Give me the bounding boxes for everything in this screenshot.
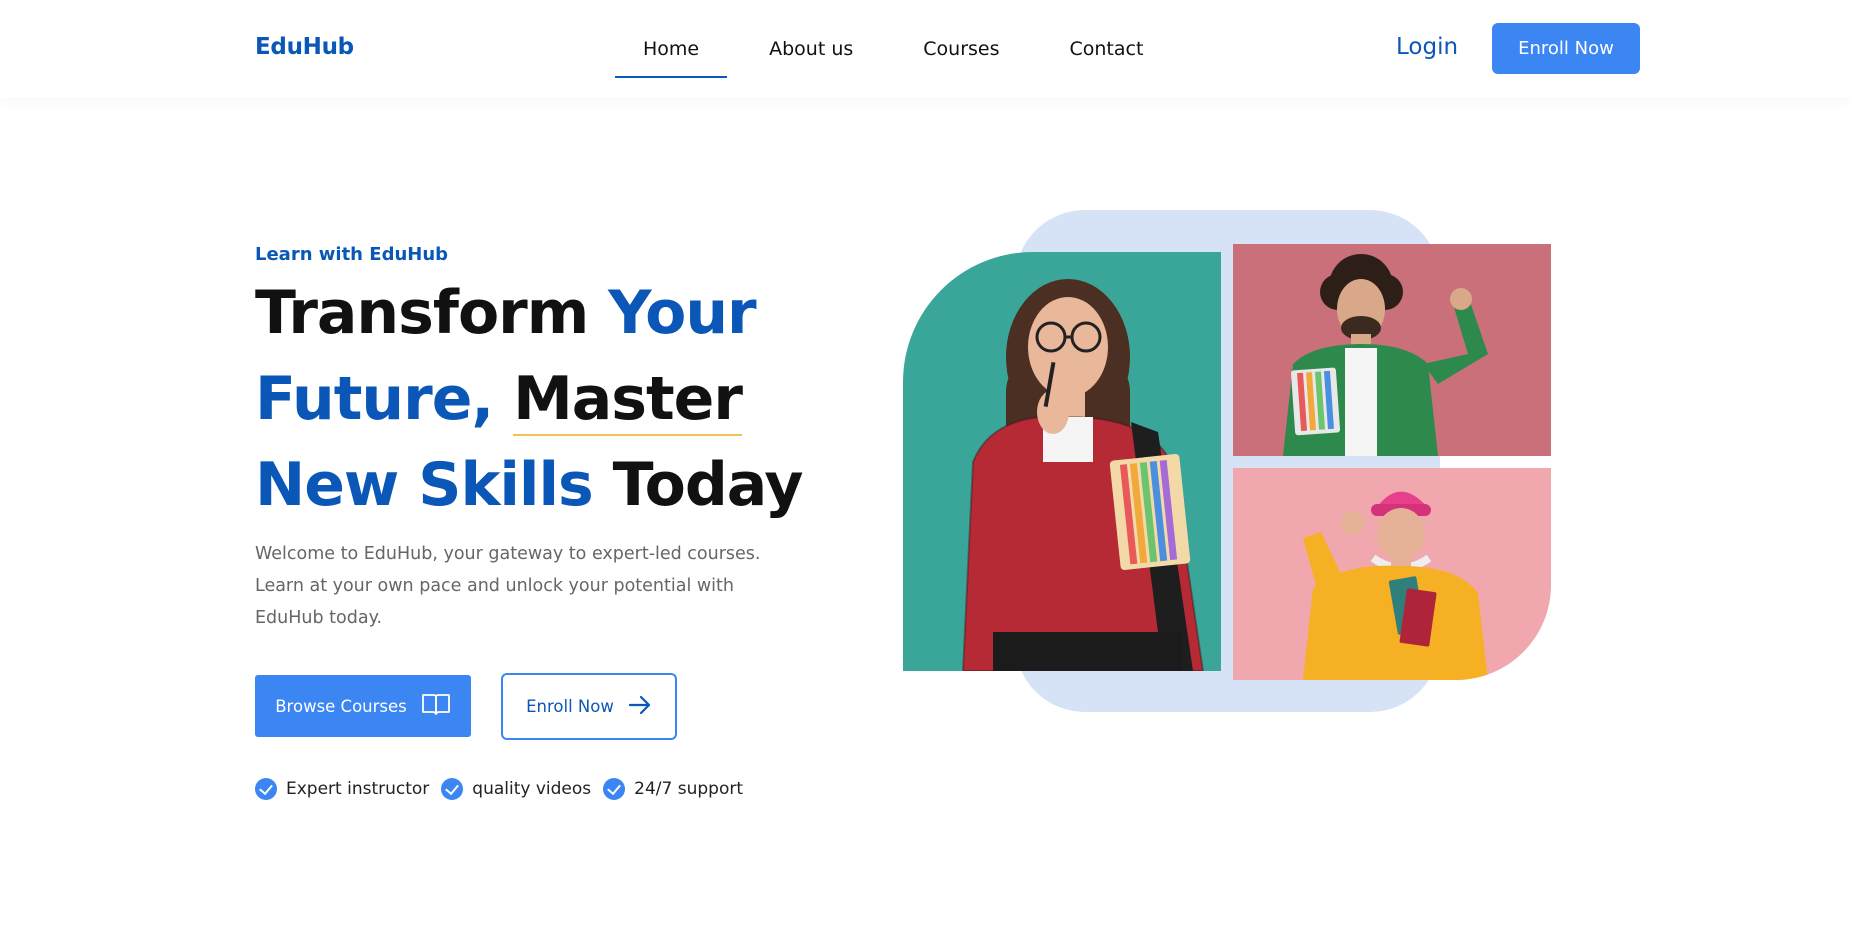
headline-word-underlined: Master bbox=[513, 364, 743, 436]
logo[interactable]: EduHub bbox=[255, 34, 354, 60]
enroll-now-hero-button[interactable]: Enroll Now bbox=[501, 673, 677, 740]
check-circle-icon bbox=[255, 778, 277, 800]
login-link[interactable]: Login bbox=[1396, 34, 1458, 60]
check-circle-icon bbox=[441, 778, 464, 800]
arrow-right-icon bbox=[628, 694, 652, 720]
student-woman-photo bbox=[903, 252, 1221, 671]
student-man-photo bbox=[1233, 244, 1551, 456]
feature-item: Expert instructor bbox=[255, 778, 429, 800]
nav-about-us[interactable]: About us bbox=[741, 30, 881, 78]
book-open-icon bbox=[421, 692, 451, 720]
headline-word-highlight: Your bbox=[608, 278, 756, 348]
site-header: EduHub Home About us Courses Contact Log… bbox=[0, 0, 1853, 98]
headline-word-highlight: Future, bbox=[255, 364, 494, 434]
enroll-now-header-button[interactable]: Enroll Now bbox=[1492, 23, 1640, 74]
feature-list: Expert instructor quality videos 24/7 su… bbox=[255, 778, 755, 800]
hero-headline: Transform Your Future, Master New Skills… bbox=[255, 270, 804, 528]
enroll-now-label: Enroll Now bbox=[526, 697, 614, 716]
main-nav: Home About us Courses Contact bbox=[615, 30, 1185, 78]
nav-contact[interactable]: Contact bbox=[1042, 30, 1172, 78]
headline-word: Today bbox=[612, 450, 804, 520]
headline-word-highlight: New Skills bbox=[255, 450, 594, 520]
hero-description: Welcome to EduHub, your gateway to exper… bbox=[255, 544, 761, 628]
hero-eyebrow: Learn with EduHub bbox=[255, 244, 449, 265]
nav-courses[interactable]: Courses bbox=[895, 30, 1027, 78]
check-circle-icon bbox=[603, 778, 626, 800]
nav-home[interactable]: Home bbox=[615, 30, 728, 78]
browse-courses-button[interactable]: Browse Courses bbox=[255, 675, 471, 737]
headline-word: Transform bbox=[255, 278, 589, 348]
browse-courses-label: Browse Courses bbox=[275, 696, 407, 716]
feature-label: Expert instructor bbox=[286, 779, 430, 799]
feature-label: quality videos bbox=[472, 779, 592, 799]
feature-label: 24/7 support bbox=[634, 779, 744, 799]
feature-item: quality videos bbox=[441, 778, 591, 800]
student-girl-photo bbox=[1233, 468, 1551, 680]
feature-item: 24/7 support bbox=[603, 778, 743, 800]
